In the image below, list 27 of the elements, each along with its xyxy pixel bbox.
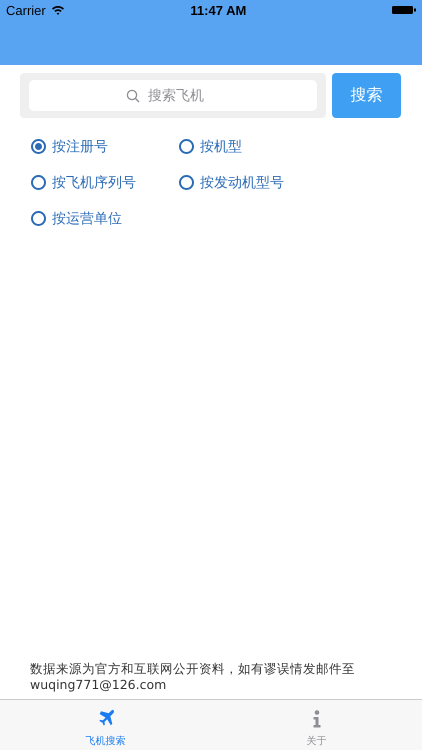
search-icon	[126, 88, 140, 102]
carrier-label: Carrier	[6, 2, 46, 18]
source-note: 数据来源为官方和互联网公开资料，如有谬误情发邮件至	[30, 661, 356, 677]
wifi-icon	[50, 5, 65, 15]
search-button[interactable]: 搜索	[332, 73, 401, 118]
tab-item[interactable]: 飞机搜索	[0, 700, 211, 750]
radio-button[interactable]	[31, 211, 46, 226]
option-label: 按机型	[200, 138, 242, 156]
option-label: 按注册号	[52, 138, 108, 156]
radio-button[interactable]	[179, 175, 194, 190]
radio-button[interactable]	[31, 139, 46, 154]
battery-icon	[392, 5, 416, 15]
email-text: wuqing771@126.com	[30, 677, 168, 693]
tab-item[interactable]: 关于	[211, 700, 422, 750]
option-label: 按发动机型号	[200, 174, 284, 192]
clock: 11:47 AM	[189, 2, 248, 18]
radio-button[interactable]	[31, 175, 46, 190]
radio-button[interactable]	[179, 139, 194, 154]
radio-option[interactable]: 按注册号	[31, 136, 179, 157]
radio-option[interactable]: 按机型	[179, 136, 422, 157]
info-icon	[312, 710, 322, 728]
option-label: 按运营单位	[52, 210, 122, 228]
option-label: 按飞机序列号	[52, 174, 136, 192]
radio-option[interactable]: 按发动机型号	[179, 172, 422, 193]
radio-option[interactable]: 按飞机序列号	[31, 172, 179, 193]
search-field[interactable]: 搜索飞机	[146, 86, 220, 104]
radio-option[interactable]: 按运营单位	[31, 208, 179, 229]
